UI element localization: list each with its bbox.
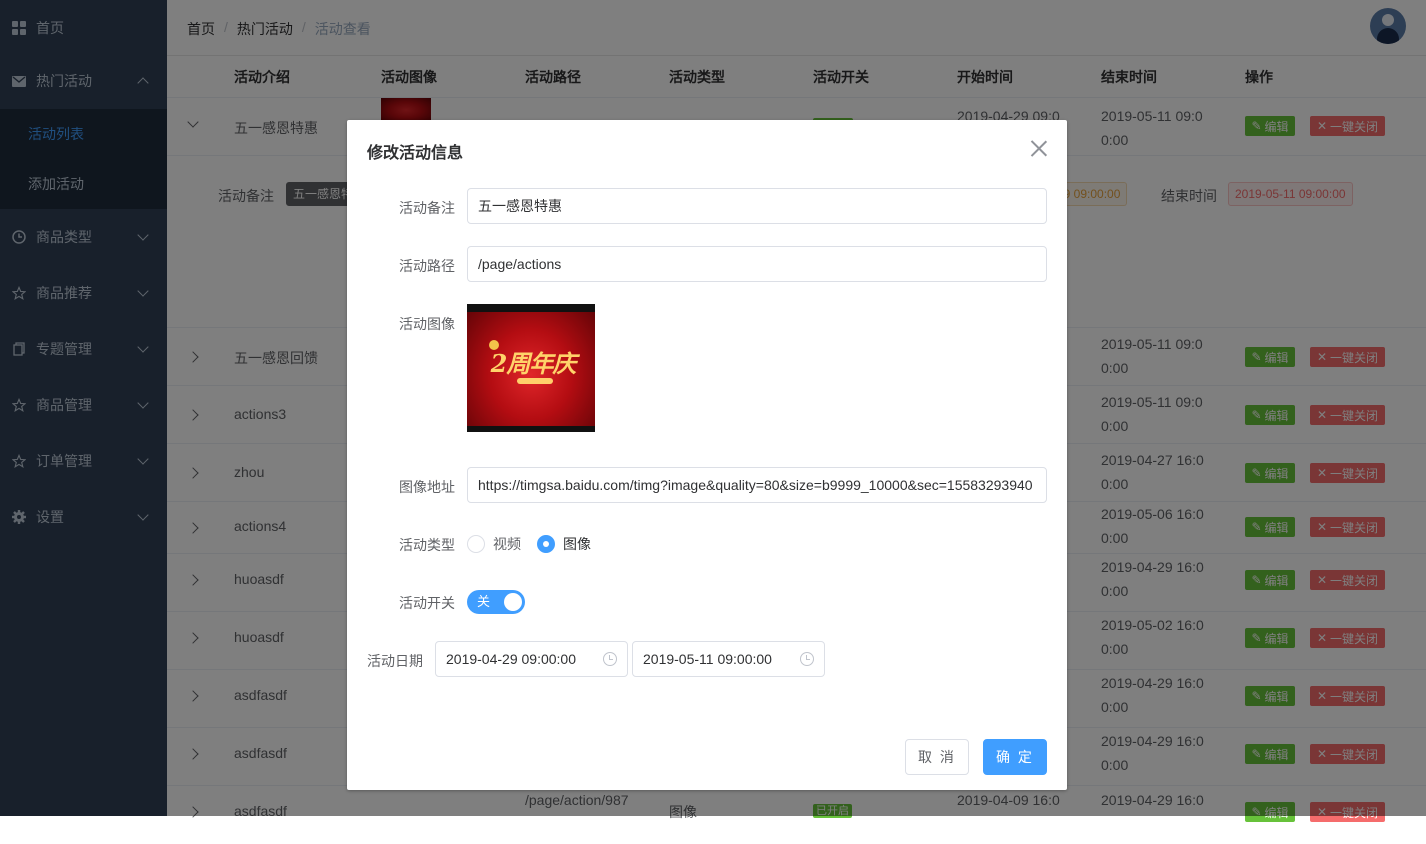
image-caption: 2周年庆 xyxy=(490,349,577,378)
remark-label: 活动备注 xyxy=(399,200,455,216)
activity-switch[interactable]: 关 xyxy=(467,590,525,614)
edit-activity-dialog: 修改活动信息 活动备注 五一感恩特惠 活动路径 /page/actions 活动… xyxy=(347,120,1067,790)
switch-label: 活动开关 xyxy=(399,595,455,611)
dialog-title: 修改活动信息 xyxy=(367,145,464,162)
image-label: 活动图像 xyxy=(399,316,455,332)
balloon-shape xyxy=(489,340,499,350)
clock-icon xyxy=(800,652,814,666)
activity-image-preview[interactable]: 2周年庆 xyxy=(467,304,595,432)
image-url-label: 图像地址 xyxy=(399,479,455,495)
switch-text: 关 xyxy=(477,594,491,609)
end-date-value: 2019-05-11 09:00:00 xyxy=(643,651,772,667)
radio-circle xyxy=(467,535,485,553)
image-url-input[interactable]: https://timgsa.baidu.com/timg?image&qual… xyxy=(467,467,1047,503)
type-radio-video[interactable]: 视频 xyxy=(467,534,521,554)
date-label: 活动日期 xyxy=(367,653,423,669)
clock-icon xyxy=(603,652,617,666)
start-date-value: 2019-04-29 09:00:00 xyxy=(446,651,576,667)
end-date-picker[interactable]: 2019-05-11 09:00:00 xyxy=(632,641,825,677)
remark-input[interactable]: 五一感恩特惠 xyxy=(467,188,1047,224)
path-label: 活动路径 xyxy=(399,258,455,274)
type-radio-image[interactable]: 图像 xyxy=(537,534,591,554)
image-bottom-strip xyxy=(467,426,595,432)
type-label: 活动类型 xyxy=(399,537,455,553)
image-top-strip xyxy=(467,304,595,312)
image-subtitle-bar xyxy=(517,378,553,384)
start-date-picker[interactable]: 2019-04-29 09:00:00 xyxy=(435,641,628,677)
cancel-button[interactable]: 取 消 xyxy=(905,739,969,775)
close-icon[interactable] xyxy=(1029,138,1049,158)
radio-label: 图像 xyxy=(563,536,591,552)
switch-knob xyxy=(504,593,522,611)
radio-label: 视频 xyxy=(493,536,521,552)
radio-circle xyxy=(537,535,555,553)
path-input[interactable]: /page/actions xyxy=(467,246,1047,282)
confirm-button[interactable]: 确 定 xyxy=(983,739,1047,775)
